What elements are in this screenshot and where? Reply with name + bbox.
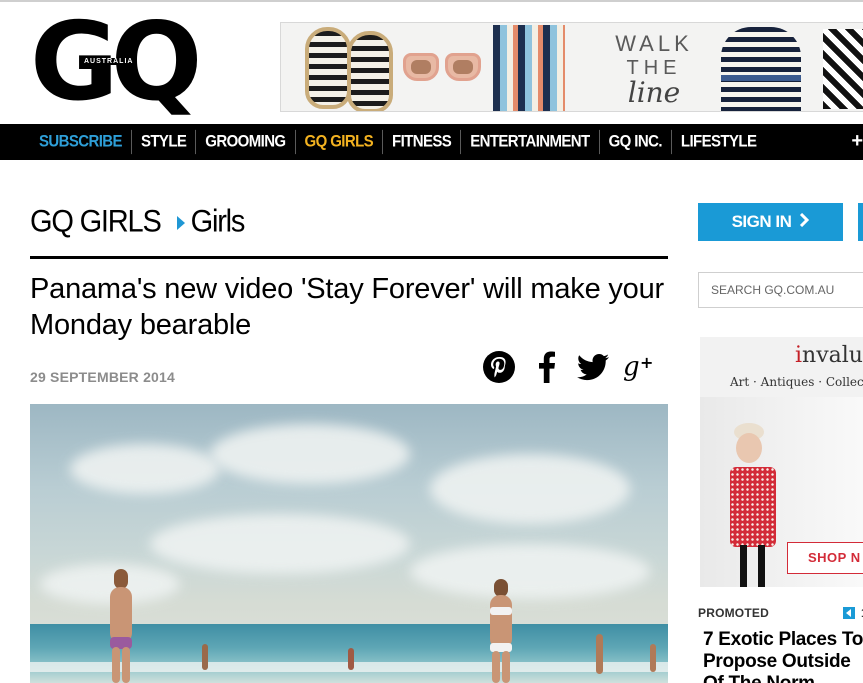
sunglasses-image — [403, 53, 483, 83]
striped-skirt-image — [493, 25, 565, 111]
svg-text:g: g — [623, 352, 640, 382]
article-headline: Panama's new video 'Stay Forever' will m… — [30, 273, 664, 341]
nav-style[interactable]: STYLE — [132, 129, 197, 155]
beach-figure — [100, 569, 140, 683]
sign-in-label: SIGN IN — [731, 212, 792, 231]
google-plus-icon[interactable]: g + — [623, 350, 657, 384]
twitter-icon[interactable] — [576, 350, 610, 384]
nav-subscribe[interactable]: SUBSCRIBE — [30, 129, 132, 155]
slogan-line-3: line — [627, 76, 681, 109]
beach-figure — [482, 579, 522, 683]
promo-pager: 1 — [843, 606, 863, 620]
logo-subtitle: AUSTRALIA — [82, 58, 136, 65]
nav-gq-girls[interactable]: GQ GIRLS — [296, 129, 384, 155]
promoted-label: PROMOTED — [698, 606, 769, 620]
promoted-article-title[interactable]: 7 Exotic Places To Propose Outside Of Th… — [703, 629, 863, 683]
nav-entertainment[interactable]: ENTERTAINMENT — [461, 129, 600, 155]
section-divider — [30, 256, 668, 259]
article-date: 29 SEPTEMBER 2014 — [30, 369, 176, 385]
secondary-button[interactable] — [858, 203, 863, 241]
breadcrumb-section[interactable]: GQ GIRLS — [30, 205, 162, 241]
breadcrumb: GQ GIRLS Girls — [30, 205, 246, 241]
nav-grooming[interactable]: GROOMING — [196, 129, 296, 155]
ad-brand: invalua — [795, 343, 863, 368]
pinterest-icon[interactable] — [482, 350, 516, 384]
facebook-icon[interactable] — [529, 350, 563, 384]
sign-in-button[interactable]: SIGN IN — [698, 203, 843, 241]
espadrille-image — [347, 31, 393, 111]
nav-fitness[interactable]: FITNESS — [383, 129, 462, 155]
article-hero-image[interactable] — [30, 404, 668, 683]
share-bar: g + — [482, 350, 657, 384]
banner-ad[interactable]: WALK THE line — [280, 22, 863, 112]
search-input[interactable] — [698, 272, 863, 308]
breadcrumb-subsection[interactable]: Girls — [191, 205, 246, 241]
banner-slogan: WALK THE line — [599, 31, 709, 107]
gq-logo[interactable]: GQ AUSTRALIA — [30, 9, 240, 117]
slogan-line-1: WALK — [615, 31, 693, 56]
svg-text:+: + — [640, 353, 653, 372]
striped-dress-image — [721, 27, 801, 111]
previous-arrow-icon[interactable] — [843, 607, 855, 619]
sidebar-ad[interactable]: invalua Art · Antiques · Collect SHOP N — [700, 337, 863, 587]
espadrille-image — [305, 27, 351, 109]
breadcrumb-arrow-icon — [176, 215, 185, 230]
ad-tagline: Art · Antiques · Collect — [730, 375, 863, 389]
nav-gq-inc[interactable]: GQ INC. — [600, 129, 672, 155]
nav-lifestyle[interactable]: LIFESTYLE — [672, 130, 765, 154]
shop-now-button[interactable]: SHOP N — [787, 542, 863, 574]
nav-more-icon[interactable]: + — [851, 130, 863, 153]
chevron-right-icon — [799, 212, 810, 232]
main-nav: SUBSCRIBE STYLE GROOMING GQ GIRLS FITNES… — [0, 124, 863, 160]
pattern-image — [823, 29, 863, 109]
